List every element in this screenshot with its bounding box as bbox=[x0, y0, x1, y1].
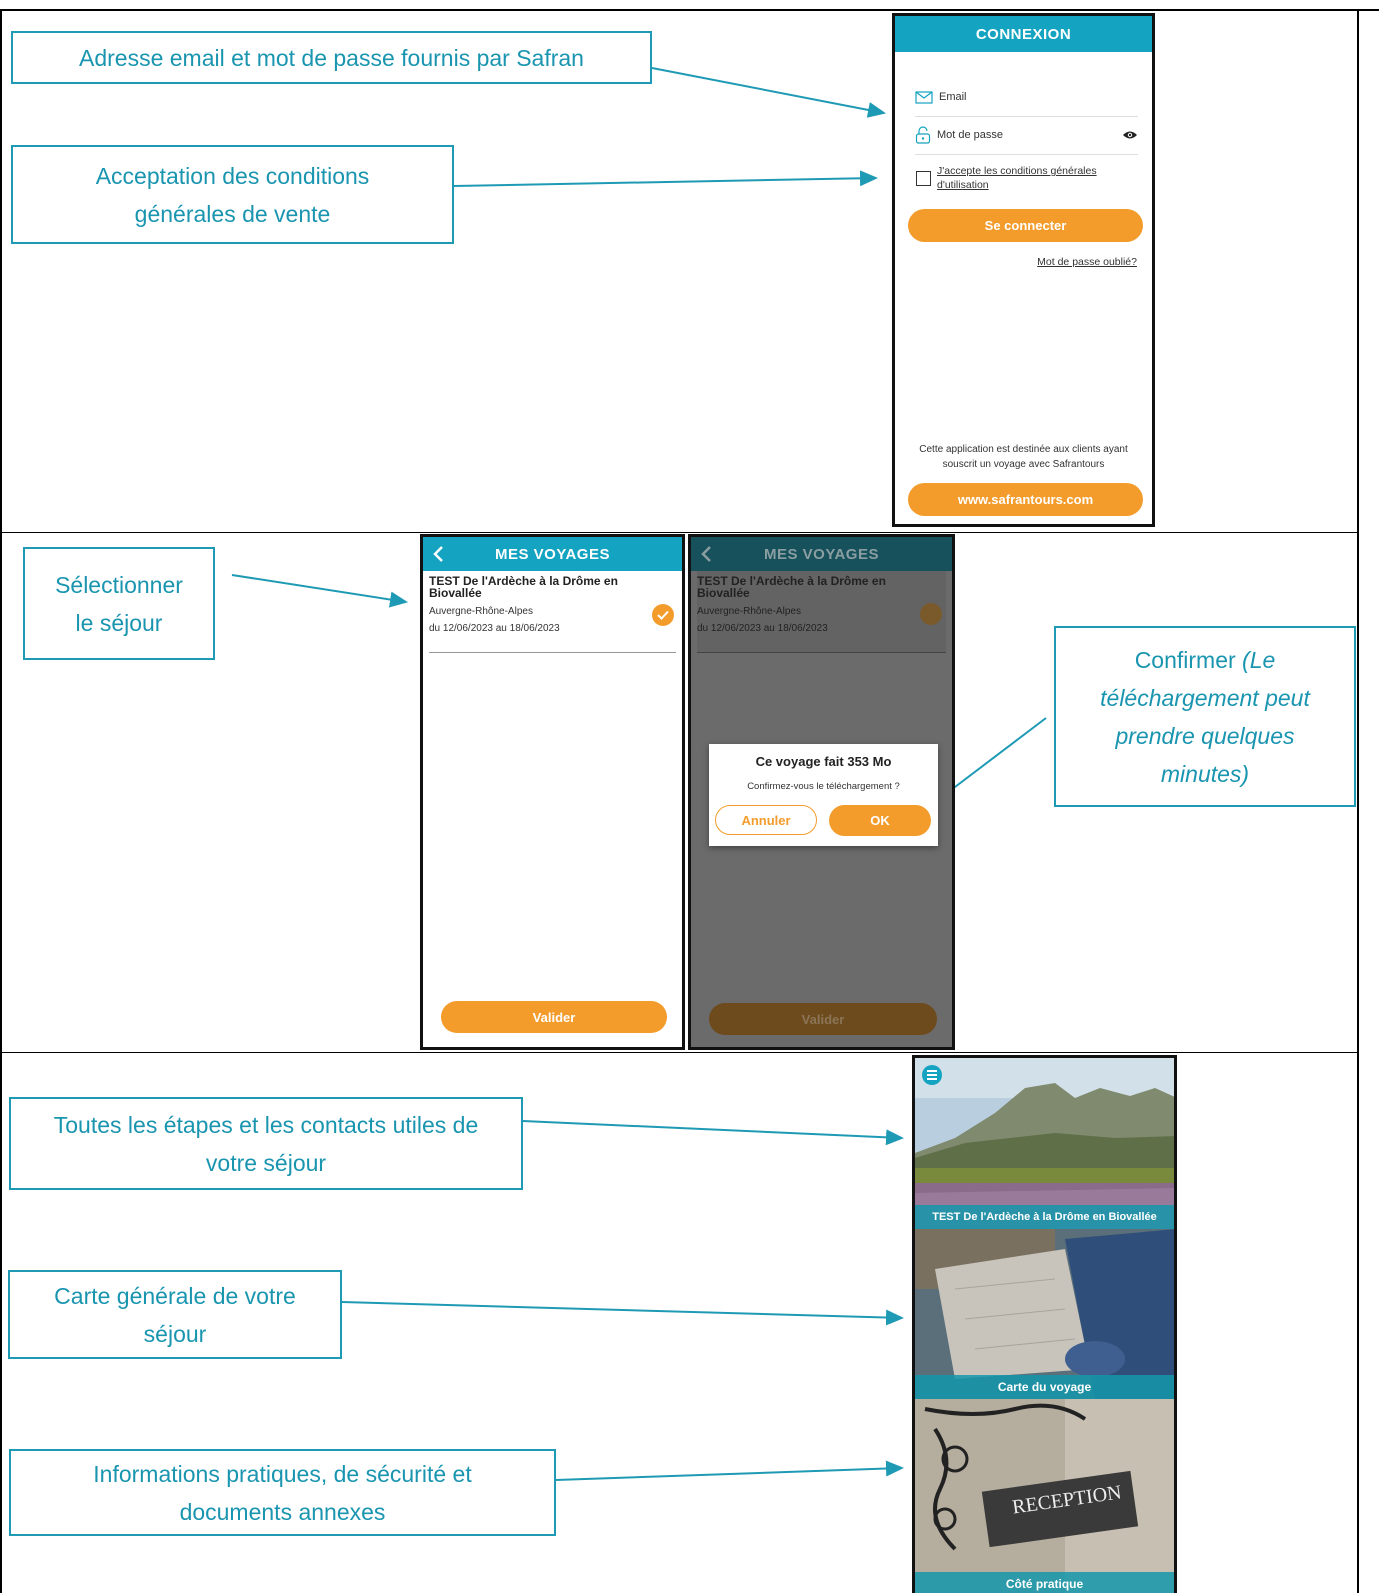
callout-accept-terms: Acceptation des conditions générales de … bbox=[11, 145, 454, 244]
arrow-credentials bbox=[651, 67, 886, 118]
trip-region-dimmed: Auvergne-Rhône-Alpes bbox=[697, 606, 801, 617]
callout-general-map: Carte générale de votre séjour bbox=[8, 1270, 342, 1359]
callout-login-credentials: Adresse email et mot de passe fournis pa… bbox=[11, 31, 652, 84]
forgot-password-link[interactable]: Mot de passe oublié? bbox=[1037, 256, 1137, 268]
trip-selected-check-icon[interactable] bbox=[652, 604, 674, 626]
tile-practical-label: Côté pratique bbox=[915, 1572, 1174, 1593]
email-placeholder: Email bbox=[939, 91, 967, 103]
tile-map-label: Carte du voyage bbox=[915, 1375, 1174, 1399]
trip-dates-dimmed: du 12/06/2023 au 18/06/2023 bbox=[697, 623, 828, 634]
dialog-message: Confirmez-vous le téléchargement ? bbox=[747, 781, 900, 792]
terms-line2: d'utilisation bbox=[937, 179, 989, 191]
password-placeholder: Mot de passe bbox=[937, 129, 1004, 141]
hamburger-menu-icon[interactable] bbox=[922, 1065, 942, 1085]
mail-icon bbox=[915, 90, 933, 104]
confirm-main-text: Confirmer bbox=[1134, 646, 1243, 673]
trip-item-dimmed-block: TEST De l'Ardèche à la Drôme en Biovallé… bbox=[697, 571, 946, 653]
trip-check-icon-dimmed bbox=[920, 603, 942, 625]
login-header: CONNEXION bbox=[895, 16, 1152, 52]
dialog-ok-button[interactable]: OK bbox=[829, 805, 931, 836]
arrow-practical bbox=[555, 1460, 904, 1481]
validate-button-dimmed: Valider bbox=[709, 1003, 937, 1035]
footer-line2: souscrit un voyage avec Safrantours bbox=[942, 459, 1105, 470]
back-arrow-icon-dimmed bbox=[701, 546, 711, 562]
home-screen: TEST De l'Ardèche à la Drôme en Biovallé… bbox=[912, 1055, 1177, 1593]
trips-screen-confirm: MES VOYAGES TEST De l'Ardèche à la Drôme… bbox=[688, 534, 955, 1050]
arrow-steps bbox=[522, 1120, 904, 1146]
trip-region: Auvergne-Rhône-Alpes bbox=[429, 606, 533, 617]
trips-header-dimmed: MES VOYAGES bbox=[691, 537, 952, 571]
trip-dates: du 12/06/2023 au 18/06/2023 bbox=[429, 623, 560, 634]
callout-all-steps: Toutes les étapes et les contacts utiles… bbox=[9, 1097, 523, 1190]
trips-header: MES VOYAGES bbox=[423, 537, 682, 571]
trips-title-dimmed: MES VOYAGES bbox=[764, 545, 879, 563]
login-screen: CONNEXION Email Mot de passe J'accepte l… bbox=[892, 13, 1155, 527]
tile-trip-map[interactable]: Carte du voyage bbox=[915, 1229, 1174, 1399]
connect-button[interactable]: Se connecter bbox=[908, 209, 1143, 242]
arrow-select bbox=[231, 574, 408, 608]
arrow-map bbox=[341, 1301, 904, 1326]
dialog-title: Ce voyage fait 353 Mo bbox=[755, 754, 892, 769]
tile-practical[interactable]: RECEPTION Côté pratique bbox=[915, 1399, 1174, 1593]
trip-title-dimmed: TEST De l'Ardèche à la Drôme en Biovallé… bbox=[697, 575, 946, 599]
password-field[interactable]: Mot de passe bbox=[915, 116, 1138, 155]
trips-screen: MES VOYAGES TEST De l'Ardèche à la Drôme… bbox=[420, 534, 685, 1050]
callout-practical-info: Informations pratiques, de sécurité et d… bbox=[9, 1449, 556, 1536]
footer-text: Cette application est destinée aux clien… bbox=[905, 442, 1142, 472]
trip-title-line2: Biovallée bbox=[429, 586, 482, 600]
trips-title: MES VOYAGES bbox=[495, 545, 610, 563]
validate-button[interactable]: Valider bbox=[441, 1001, 667, 1033]
arrow-terms bbox=[453, 170, 878, 187]
terms-line1: J'accepte les conditions générales bbox=[937, 165, 1097, 177]
trip-title-dimmed-line2: Biovallée bbox=[697, 586, 750, 600]
eye-icon[interactable] bbox=[1122, 130, 1138, 140]
lock-icon bbox=[915, 126, 931, 144]
email-field[interactable]: Email bbox=[915, 78, 1138, 117]
terms-checkbox[interactable] bbox=[916, 171, 931, 186]
callout-select-trip: Sélectionner le séjour bbox=[23, 547, 215, 660]
dialog-cancel-button[interactable]: Annuler bbox=[715, 805, 817, 835]
terms-label[interactable]: J'accepte les conditions générales d'uti… bbox=[937, 164, 1137, 192]
confirm-dialog: Ce voyage fait 353 Mo Confirmez-vous le … bbox=[709, 744, 938, 846]
footer-line1: Cette application est destinée aux clien… bbox=[919, 444, 1128, 455]
trip-title: TEST De l'Ardèche à la Drôme en Biovallé… bbox=[429, 575, 676, 599]
website-button[interactable]: www.safrantours.com bbox=[908, 483, 1143, 516]
mountain-landscape-image bbox=[915, 1058, 1174, 1229]
tile-trip-label: TEST De l'Ardèche à la Drôme en Biovallé… bbox=[915, 1205, 1174, 1229]
tile-trip-steps[interactable]: TEST De l'Ardèche à la Drôme en Biovallé… bbox=[915, 1058, 1174, 1229]
back-arrow-icon[interactable] bbox=[433, 546, 445, 562]
map-image bbox=[915, 1229, 1174, 1399]
trip-list-item[interactable]: TEST De l'Ardèche à la Drôme en Biovallé… bbox=[429, 575, 676, 653]
callout-confirm: Confirmer (Le téléchargement peut prendr… bbox=[1054, 626, 1356, 807]
